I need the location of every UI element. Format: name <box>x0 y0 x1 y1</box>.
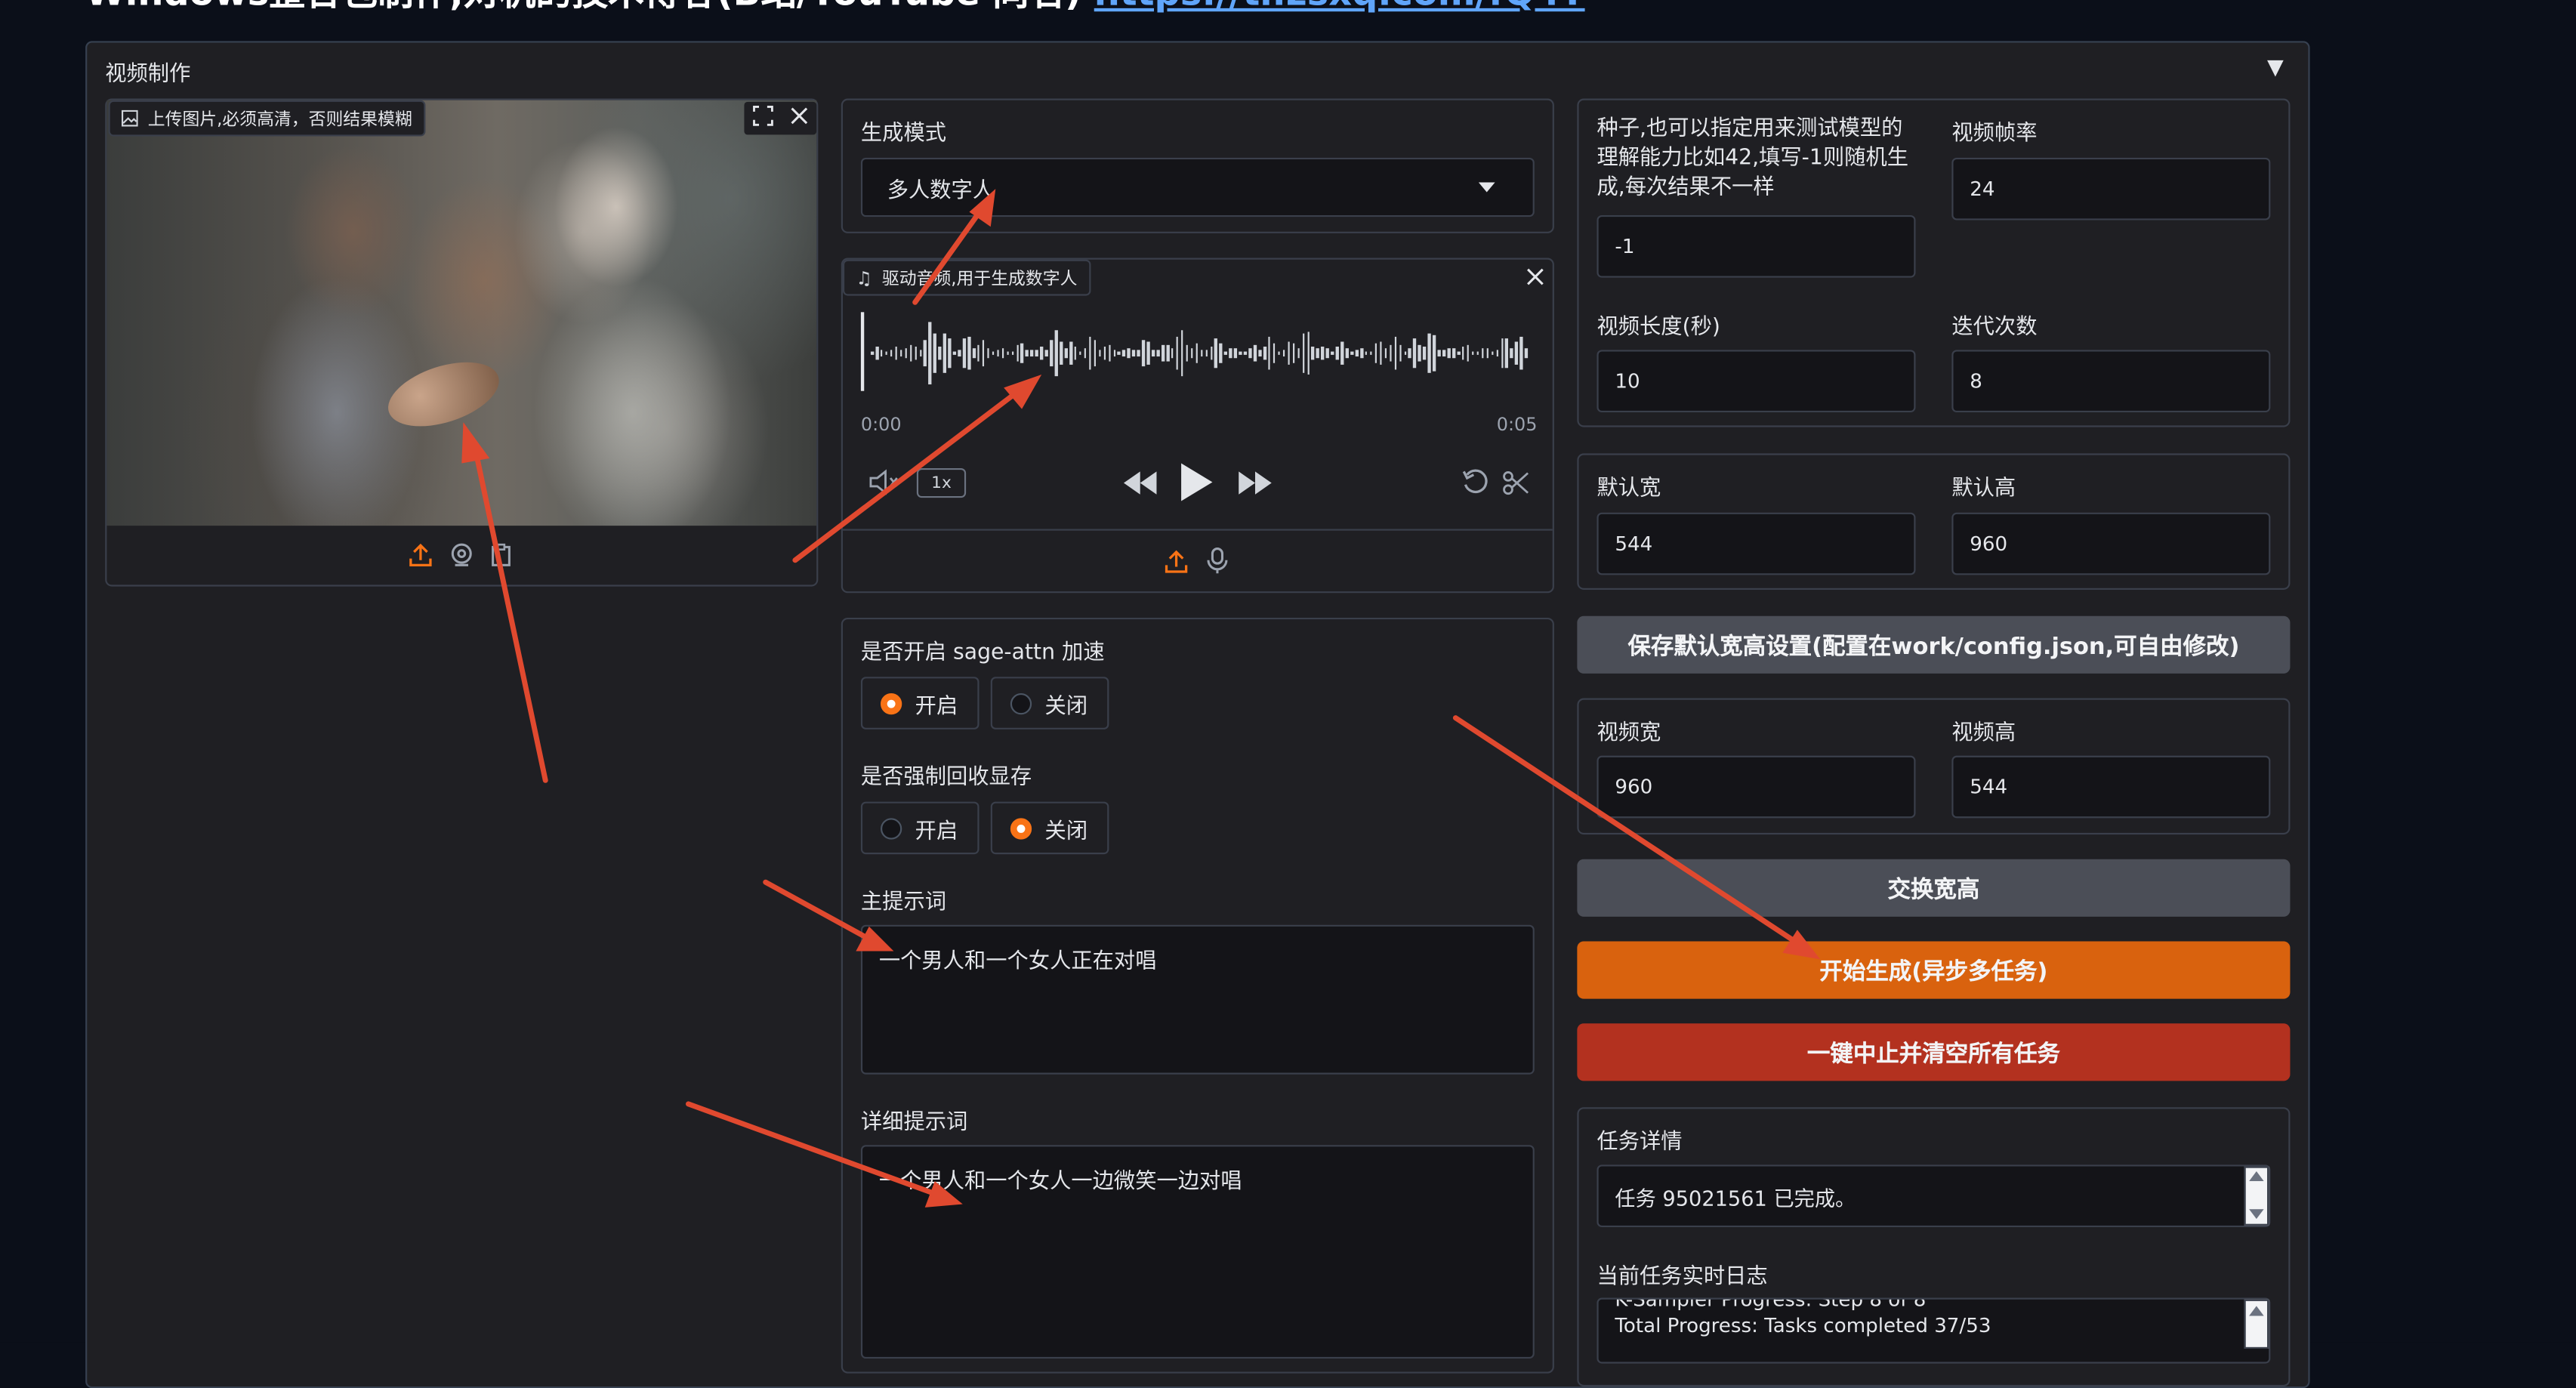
arrow-to-mode <box>912 189 996 305</box>
arrow-to-generate <box>1452 715 1821 960</box>
arrow-to-detail-prompt <box>686 1101 963 1208</box>
arrow-to-audio <box>792 374 1042 563</box>
annotation-arrows <box>461 189 1821 1208</box>
arrow-to-prompt <box>763 879 894 952</box>
arrow-to-image <box>461 422 548 783</box>
